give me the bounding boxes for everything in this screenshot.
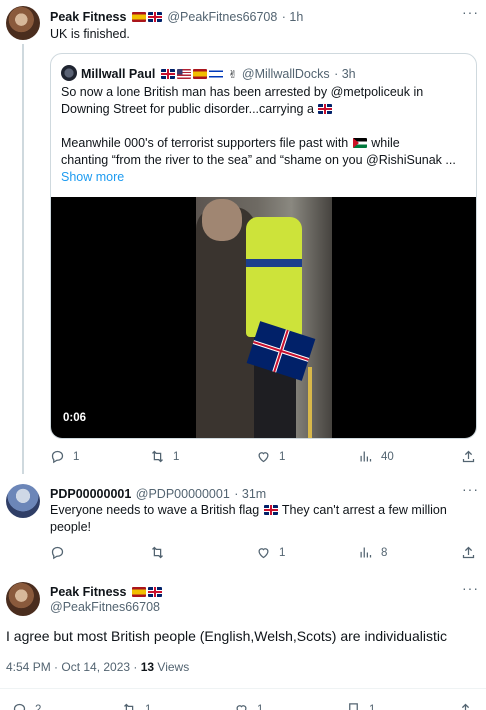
heart-icon [258, 548, 269, 559]
show-more-link[interactable]: Show more [61, 169, 476, 186]
tweet-header: Peak Fitness @PeakFitnes66708 · 1h [50, 8, 303, 26]
avatar[interactable] [6, 484, 40, 518]
divider [0, 688, 486, 689]
video-frame [196, 197, 332, 438]
more-options-icon[interactable]: ··· [462, 481, 479, 497]
heart-icon [236, 705, 247, 710]
main-tweet-text: I agree but most British people (English… [6, 628, 447, 644]
display-name[interactable]: PDP00000001 [50, 487, 131, 501]
views-icon [360, 547, 372, 558]
quoted-header: Millwall Paul ✌ @MillwallDocks · 3h [81, 65, 356, 83]
video-player[interactable]: 0:06 [51, 197, 476, 438]
retweet-icon [124, 703, 134, 710]
police-vest-stripe [246, 259, 302, 267]
share-button[interactable] [461, 545, 476, 560]
uk-flag-icon [160, 69, 175, 79]
avatar[interactable] [6, 6, 40, 40]
heart-icon [258, 452, 269, 463]
thread-line [22, 44, 24, 474]
spain-flag-icon [131, 587, 146, 597]
uk-flag-icon [147, 587, 162, 597]
like-button[interactable]: 1 [234, 702, 263, 710]
quoted-avatar [61, 65, 77, 81]
quoted-timestamp: · 3h [334, 67, 356, 81]
retweet-icon [152, 450, 163, 463]
reply-button[interactable]: 2 [12, 702, 41, 710]
like-button[interactable]: 1 [256, 545, 285, 560]
uk-flag-icon [263, 505, 278, 515]
uk-flag-icon [318, 104, 333, 114]
spain-flag-icon [192, 69, 207, 79]
quoted-line: Meanwhile 000's of terrorist supporters … [61, 136, 400, 150]
views-button[interactable]: 40 [358, 449, 394, 464]
tweet-text: UK is finished. [50, 27, 130, 41]
share-icon [462, 450, 475, 463]
video-duration: 0:06 [63, 412, 87, 424]
quoted-line: chanting “from the river to the sea” and… [61, 153, 456, 167]
avatar[interactable] [6, 582, 40, 616]
rock-hand-icon: ✌ [228, 69, 238, 81]
israel-flag-icon [208, 69, 223, 79]
more-options-icon[interactable]: ··· [462, 580, 479, 596]
reply-button[interactable]: 1 [50, 449, 79, 464]
views-label: Views [154, 660, 190, 674]
retweet-button[interactable]: 1 [122, 702, 151, 710]
share-icon [462, 546, 475, 559]
display-name[interactable]: Peak Fitness [50, 10, 126, 24]
road-line [308, 367, 312, 438]
quoted-line: Downing Street for public disorder...car… [61, 101, 476, 118]
tweet-header: Peak Fitness [50, 583, 163, 601]
share-button[interactable] [461, 449, 476, 464]
quote-card[interactable]: Millwall Paul ✌ @MillwallDocks · 3h So n… [50, 53, 477, 439]
reply-icon [51, 450, 64, 464]
palestine-flag-icon [352, 138, 367, 148]
tweet-text: Everyone needs to wave a British flag Th… [50, 503, 447, 534]
reply-icon [51, 546, 64, 560]
handle[interactable]: @PeakFitnes66708 [167, 10, 277, 24]
bookmark-button[interactable]: 1 [346, 702, 375, 710]
retweet-icon [152, 546, 163, 559]
views-count: 13 [140, 660, 155, 674]
handle[interactable]: @PDP00000001 [136, 487, 230, 501]
retweet-button[interactable]: 1 [150, 449, 179, 464]
display-name[interactable]: Peak Fitness [50, 585, 126, 599]
share-button[interactable] [458, 702, 473, 710]
reply-button[interactable] [50, 545, 73, 560]
timestamp[interactable]: · 31m [234, 487, 266, 501]
uk-flag-icon [147, 12, 162, 22]
tweet-header: PDP00000001 @PDP00000001 · 31m [50, 485, 266, 503]
us-flag-icon [176, 69, 191, 79]
reply-icon [13, 703, 26, 710]
tweet-timestamp[interactable]: 4:54 PM · Oct 14, 2023 · [6, 660, 141, 674]
more-options-icon[interactable]: ··· [462, 4, 479, 20]
bookmark-icon [349, 703, 358, 710]
quoted-handle: @MillwallDocks [241, 67, 330, 81]
views-icon [360, 451, 372, 462]
tweet-metadata: 4:54 PM · Oct 14, 2023 · 13 Views [6, 660, 189, 674]
share-icon [461, 703, 470, 710]
retweet-button[interactable] [150, 545, 173, 560]
police-vest [246, 217, 302, 337]
timestamp[interactable]: · 1h [282, 10, 304, 24]
spain-flag-icon [131, 12, 146, 22]
like-button[interactable]: 1 [256, 449, 285, 464]
quoted-display-name: Millwall Paul [81, 67, 156, 81]
quoted-line: So now a lone British man has been arres… [61, 85, 424, 99]
handle[interactable]: @PeakFitnes66708 [50, 600, 160, 614]
views-button[interactable]: 8 [358, 545, 387, 560]
quoted-text: So now a lone British man has been arres… [61, 84, 476, 186]
person-head [202, 199, 242, 241]
